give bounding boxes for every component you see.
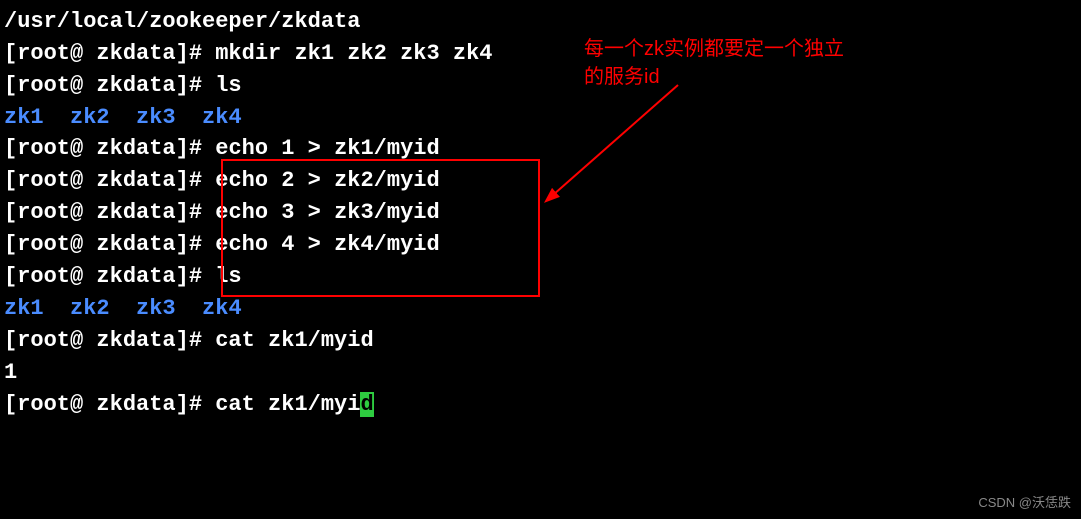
ls-output: zk1 zk2 zk3 zk4 — [4, 102, 1077, 134]
prompt: [root@ zkdata]# — [4, 264, 215, 289]
annotation-line: 每一个zk实例都要定一个独立 — [584, 35, 844, 63]
prompt: [root@ zkdata]# — [4, 73, 215, 98]
dir-entry: zk2 — [70, 105, 110, 130]
dir-entry: zk4 — [202, 296, 242, 321]
command: ls — [215, 264, 241, 289]
pwd-output: /usr/local/zookeeper/zkdata — [4, 6, 1077, 38]
command-input[interactable]: cat zk1/myi — [215, 392, 360, 417]
command: # echo 1 > zk1/myid — [189, 136, 440, 161]
terminal-line: [root@ zkdata]# mkdir zk1 zk2 zk3 zk4 — [4, 38, 1077, 70]
watermark: CSDN @沃恁跌 — [978, 494, 1071, 513]
cat-output: 1 — [4, 357, 1077, 389]
terminal-line: [root@ zkdata]# echo 1 > zk1/myid — [4, 133, 1077, 165]
terminal-line: [root@ zkdata]# ls — [4, 261, 1077, 293]
dir-entry: zk1 — [4, 105, 44, 130]
terminal-line: [root@ zkdata]# ls — [4, 70, 1077, 102]
dir-entry: zk1 — [4, 296, 44, 321]
command: # echo 3 > zk3/myid — [189, 200, 440, 225]
terminal-line: [root@ zkdata]# cat zk1/myid — [4, 325, 1077, 357]
prompt: [root@ zkdata]# — [4, 41, 215, 66]
dir-entry: zk4 — [202, 105, 242, 130]
command: cat zk1/myid — [215, 328, 373, 353]
terminal-current-line[interactable]: [root@ zkdata]# cat zk1/myid — [4, 389, 1077, 421]
prompt: [root@ zkdata]# — [4, 392, 215, 417]
cursor: d — [360, 392, 373, 417]
command: mkdir zk1 zk2 zk3 zk4 — [215, 41, 492, 66]
prompt: [root@ zkdata] — [4, 136, 189, 161]
prompt: [root@ zkdata] — [4, 232, 189, 257]
terminal-line: [root@ zkdata]# echo 3 > zk3/myid — [4, 197, 1077, 229]
dir-entry: zk3 — [136, 105, 176, 130]
annotation-text: 每一个zk实例都要定一个独立 的服务id — [584, 35, 844, 91]
terminal-line: [root@ zkdata]# echo 4 > zk4/myid — [4, 229, 1077, 261]
dir-entry: zk3 — [136, 296, 176, 321]
prompt: [root@ zkdata] — [4, 200, 189, 225]
command: ls — [215, 73, 241, 98]
annotation-line: 的服务id — [584, 63, 844, 91]
terminal-line: [root@ zkdata]# echo 2 > zk2/myid — [4, 165, 1077, 197]
command: # echo 2 > zk2/myid — [189, 168, 440, 193]
ls-output: zk1 zk2 zk3 zk4 — [4, 293, 1077, 325]
dir-entry: zk2 — [70, 296, 110, 321]
prompt: [root@ zkdata]# — [4, 328, 215, 353]
command: # echo 4 > zk4/myid — [189, 232, 440, 257]
prompt: [root@ zkdata] — [4, 168, 189, 193]
